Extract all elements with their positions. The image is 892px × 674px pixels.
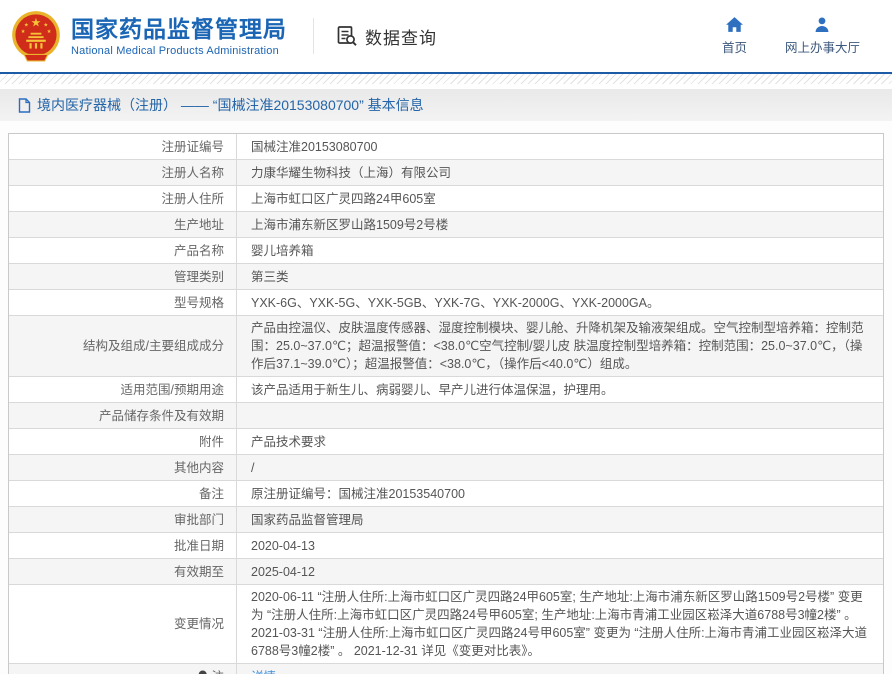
row-value: 原注册证编号：国械注准20153540700 (237, 481, 883, 506)
nav-home-label: 首页 (722, 37, 747, 56)
agency-name-en: National Medical Products Administration (71, 45, 287, 57)
agency-name-cn: 国家药品监督管理局 (71, 16, 287, 42)
row-label: 产品储存条件及有效期 (9, 403, 237, 428)
nav-home[interactable]: 首页 (722, 16, 747, 56)
table-row: 变更情况 2020-06-11 “注册人住所:上海市虹口区广灵四路24甲605室… (9, 585, 883, 664)
row-value: 2020-06-11 “注册人住所:上海市虹口区广灵四路24甲605室; 生产地… (237, 585, 883, 663)
national-emblem-icon: ★ ★ ★ ★ ★ (10, 10, 62, 62)
row-value: 婴儿培养箱 (237, 238, 883, 263)
row-label: 管理类别 (9, 264, 237, 289)
table-row-note: 注 详情 (9, 664, 883, 674)
table-row: 附件 产品技术要求 (9, 429, 883, 455)
nav-online-hall[interactable]: 网上办事大厅 (785, 16, 860, 56)
note-label: 注 (211, 668, 224, 674)
row-value: 国家药品监督管理局 (237, 507, 883, 532)
row-value: 2020-04-13 (237, 533, 883, 558)
document-search-icon (336, 25, 358, 47)
row-label: 结构及组成/主要组成成分 (9, 316, 237, 376)
user-icon (813, 16, 831, 33)
top-nav: 首页 网上办事大厅 (722, 16, 860, 56)
row-label: 审批部门 (9, 507, 237, 532)
svg-text:★: ★ (47, 29, 52, 35)
row-label: 注册证编号 (9, 134, 237, 159)
table-row: 有效期至 2025-04-12 (9, 559, 883, 585)
row-label: 附件 (9, 429, 237, 454)
table-row: 适用范围/预期用途 该产品适用于新生儿、病弱婴儿、早产儿进行体温保温，护理用。 (9, 377, 883, 403)
row-value: 2025-04-12 (237, 559, 883, 584)
table-row: 审批部门 国家药品监督管理局 (9, 507, 883, 533)
pin-icon (197, 670, 208, 674)
row-label: 备注 (9, 481, 237, 506)
table-row: 注册证编号 国械注准20153080700 (9, 134, 883, 160)
row-label: 批准日期 (9, 533, 237, 558)
home-icon (725, 16, 744, 33)
row-value: 力康华耀生物科技（上海）有限公司 (237, 160, 883, 185)
page-title: 境内医疗器械（注册） —— “国械注准20153080700” 基本信息 (37, 95, 424, 115)
table-row: 管理类别 第三类 (9, 264, 883, 290)
row-label: 型号规格 (9, 290, 237, 315)
row-label: 适用范围/预期用途 (9, 377, 237, 402)
table-row: 批准日期 2020-04-13 (9, 533, 883, 559)
row-value (237, 403, 883, 428)
row-label: 变更情况 (9, 585, 237, 663)
table-row: 型号规格 YXK-6G、YXK-5G、YXK-5GB、YXK-7G、YXK-20… (9, 290, 883, 316)
header-divider (313, 18, 314, 54)
data-query-label: 数据查询 (365, 24, 437, 49)
row-label: 产品名称 (9, 238, 237, 263)
details-link[interactable]: 详情 (251, 668, 276, 674)
registration-info-table: 注册证编号 国械注准20153080700 注册人名称 力康华耀生物科技（上海）… (8, 133, 884, 674)
table-row: 其他内容 / (9, 455, 883, 481)
svg-text:★: ★ (21, 29, 26, 35)
svg-text:★: ★ (43, 22, 48, 28)
agency-titles: 国家药品监督管理局 National Medical Products Admi… (71, 16, 287, 57)
row-value: 国械注准20153080700 (237, 134, 883, 159)
row-value: 第三类 (237, 264, 883, 289)
row-label: 其他内容 (9, 455, 237, 480)
table-row: 产品名称 婴儿培养箱 (9, 238, 883, 264)
table-row: 注册人住所 上海市虹口区广灵四路24甲605室 (9, 186, 883, 212)
row-value: YXK-6G、YXK-5G、YXK-5GB、YXK-7G、YXK-2000G、Y… (237, 290, 883, 315)
site-header: ★ ★ ★ ★ ★ 国家药品监督管理局 National Medical Pro… (0, 0, 892, 72)
table-row: 注册人名称 力康华耀生物科技（上海）有限公司 (9, 160, 883, 186)
row-value: 该产品适用于新生儿、病弱婴儿、早产儿进行体温保温，护理用。 (237, 377, 883, 402)
data-query-section[interactable]: 数据查询 (336, 24, 437, 49)
row-value-note: 详情 (237, 664, 883, 674)
row-label: 注册人名称 (9, 160, 237, 185)
row-label: 生产地址 (9, 212, 237, 237)
document-icon (18, 98, 31, 113)
hatch-decoration-band (0, 74, 892, 84)
svg-text:★: ★ (24, 22, 29, 28)
row-label-note: 注 (9, 664, 237, 674)
row-value: 产品技术要求 (237, 429, 883, 454)
table-row: 备注 原注册证编号：国械注准20153540700 (9, 481, 883, 507)
row-label: 注册人住所 (9, 186, 237, 211)
table-row: 产品储存条件及有效期 (9, 403, 883, 429)
row-value: / (237, 455, 883, 480)
row-value: 产品由控温仪、皮肤温度传感器、湿度控制模块、婴儿舱、升降机架及输液架组成。空气控… (237, 316, 883, 376)
agency-logo-home-link[interactable]: ★ ★ ★ ★ ★ 国家药品监督管理局 National Medical Pro… (10, 10, 287, 62)
breadcrumb: 境内医疗器械（注册） —— “国械注准20153080700” 基本信息 (0, 89, 892, 121)
svg-text:★: ★ (31, 15, 42, 29)
nav-online-hall-label: 网上办事大厅 (785, 37, 860, 56)
table-row: 结构及组成/主要组成成分 产品由控温仪、皮肤温度传感器、湿度控制模块、婴儿舱、升… (9, 316, 883, 377)
row-label: 有效期至 (9, 559, 237, 584)
row-value: 上海市浦东新区罗山路1509号2号楼 (237, 212, 883, 237)
table-row: 生产地址 上海市浦东新区罗山路1509号2号楼 (9, 212, 883, 238)
row-value: 上海市虹口区广灵四路24甲605室 (237, 186, 883, 211)
